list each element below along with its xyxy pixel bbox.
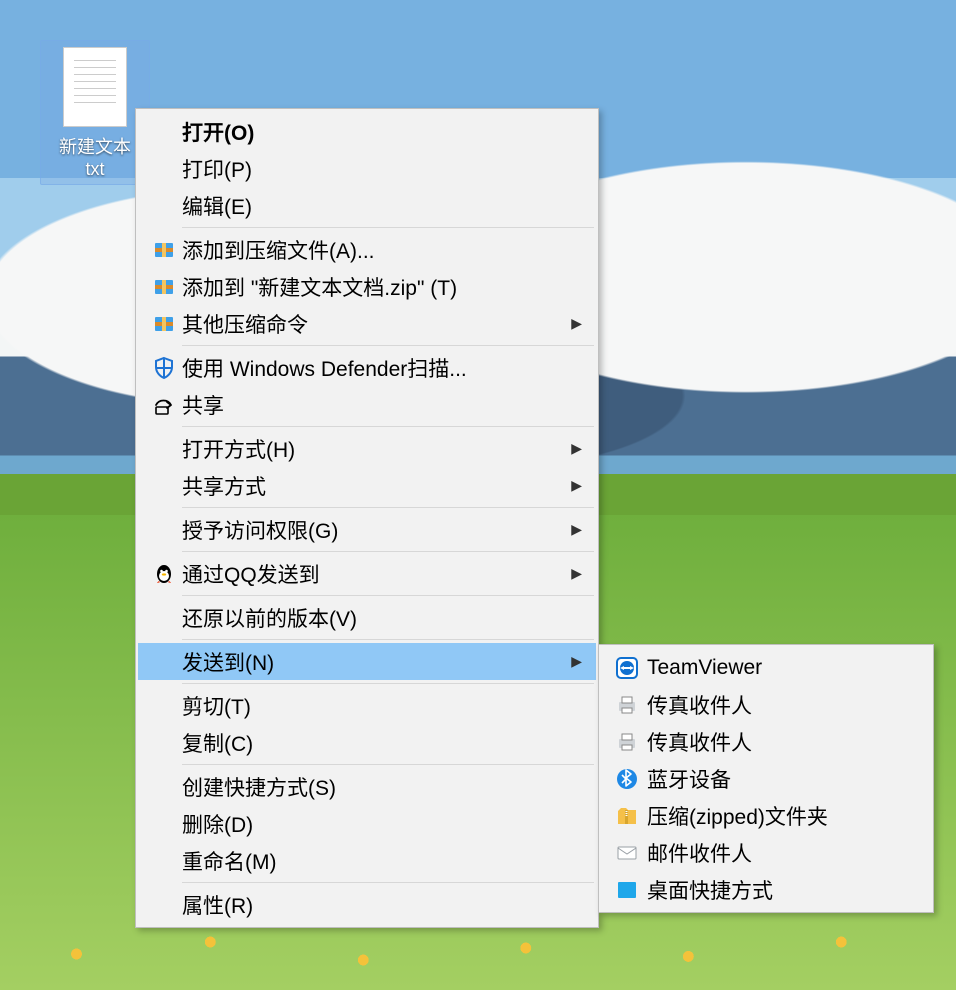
menu-defender[interactable]: 使用 Windows Defender扫描... (138, 349, 596, 386)
separator (182, 764, 594, 765)
menu-open[interactable]: 打开(O) (138, 113, 596, 150)
submenu-arrow-icon: ▶ (571, 521, 582, 538)
menu-add-zip[interactable]: 添加到 "新建文本文档.zip" (T) (138, 268, 596, 305)
menu-open-with[interactable]: 打开方式(H) ▶ (138, 430, 596, 467)
archive-icon (146, 238, 182, 262)
menu-send-to[interactable]: 发送到(N) ▶ (138, 643, 596, 680)
menu-grant-access[interactable]: 授予访问权限(G) ▶ (138, 511, 596, 548)
submenu-arrow-icon: ▶ (571, 315, 582, 332)
menu-share[interactable]: 共享 (138, 386, 596, 423)
mail-icon (607, 841, 647, 865)
submenu-arrow-icon: ▶ (571, 653, 582, 670)
desktop-file-icon[interactable]: 新建文本 txt (40, 40, 150, 185)
submenu-arrow-icon: ▶ (571, 477, 582, 494)
menu-properties[interactable]: 属性(R) (138, 886, 596, 923)
bluetooth-icon (607, 767, 647, 791)
menu-other-zip[interactable]: 其他压缩命令 ▶ (138, 305, 596, 342)
file-label-line1: 新建文本 (45, 133, 145, 159)
archive-icon (146, 275, 182, 299)
sendto-teamviewer[interactable]: TeamViewer (601, 649, 931, 686)
teamviewer-icon (607, 656, 647, 680)
menu-edit[interactable]: 编辑(E) (138, 187, 596, 224)
txt-file-icon (63, 47, 127, 127)
desktop-icon (607, 878, 647, 902)
separator (182, 683, 594, 684)
menu-rename[interactable]: 重命名(M) (138, 842, 596, 879)
separator (182, 507, 594, 508)
separator (182, 227, 594, 228)
separator (182, 882, 594, 883)
file-label-line2: txt (45, 159, 145, 180)
separator (182, 595, 594, 596)
fax-icon (607, 730, 647, 754)
menu-print[interactable]: 打印(P) (138, 150, 596, 187)
archive-icon (146, 312, 182, 336)
menu-add-archive[interactable]: 添加到压缩文件(A)... (138, 231, 596, 268)
fax-icon (607, 693, 647, 717)
menu-restore-prev[interactable]: 还原以前的版本(V) (138, 599, 596, 636)
sendto-bluetooth[interactable]: 蓝牙设备 (601, 760, 931, 797)
submenu-arrow-icon: ▶ (571, 440, 582, 457)
shield-icon (146, 356, 182, 380)
separator (182, 345, 594, 346)
separator (182, 551, 594, 552)
share-icon (146, 393, 182, 417)
sendto-mail[interactable]: 邮件收件人 (601, 834, 931, 871)
sendto-zip[interactable]: 压缩(zipped)文件夹 (601, 797, 931, 834)
separator (182, 426, 594, 427)
menu-qq-send[interactable]: 通过QQ发送到 ▶ (138, 555, 596, 592)
menu-cut[interactable]: 剪切(T) (138, 687, 596, 724)
separator (182, 639, 594, 640)
send-to-submenu: TeamViewer 传真收件人 传真收件人 蓝牙设备 压缩(zipped)文件… (598, 644, 934, 913)
menu-share-with[interactable]: 共享方式 ▶ (138, 467, 596, 504)
submenu-arrow-icon: ▶ (571, 565, 582, 582)
context-menu: 打开(O) 打印(P) 编辑(E) 添加到压缩文件(A)... 添加到 "新建文… (135, 108, 599, 928)
zip-folder-icon (607, 804, 647, 828)
menu-copy[interactable]: 复制(C) (138, 724, 596, 761)
qq-icon (146, 562, 182, 586)
menu-delete[interactable]: 删除(D) (138, 805, 596, 842)
sendto-fax2[interactable]: 传真收件人 (601, 723, 931, 760)
menu-shortcut[interactable]: 创建快捷方式(S) (138, 768, 596, 805)
sendto-fax1[interactable]: 传真收件人 (601, 686, 931, 723)
sendto-desktop-link[interactable]: 桌面快捷方式 (601, 871, 931, 908)
